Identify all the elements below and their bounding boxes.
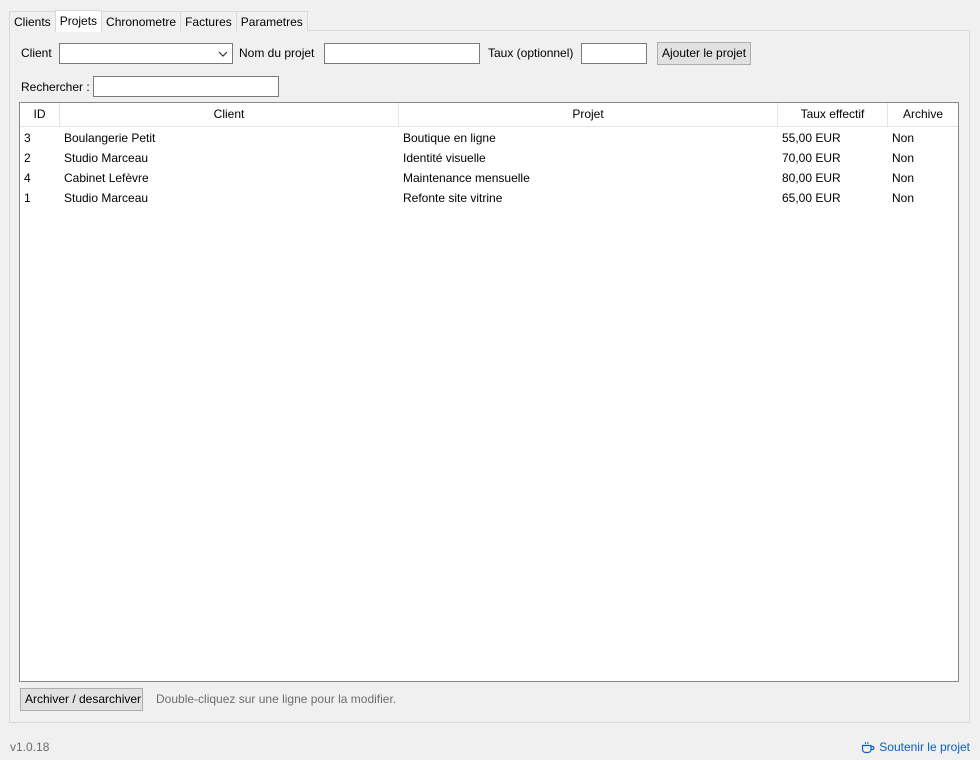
- cell-rate: 70,00 EUR: [782, 151, 841, 165]
- cell-rate: 65,00 EUR: [782, 191, 841, 205]
- cell-project: Refonte site vitrine: [403, 191, 503, 205]
- column-header-archive[interactable]: Archive: [888, 103, 958, 126]
- rate-label: Taux (optionnel): [488, 46, 574, 60]
- cell-project: Maintenance mensuelle: [403, 171, 530, 185]
- cell-id: 4: [24, 171, 31, 185]
- cell-client: Cabinet Lefèvre: [64, 171, 149, 185]
- cell-project: Boutique en ligne: [403, 131, 496, 145]
- table-body: 3 Boulangerie Petit Boutique en ligne 55…: [20, 127, 958, 208]
- rate-input[interactable]: [581, 43, 647, 64]
- client-select[interactable]: [59, 43, 233, 64]
- client-label: Client: [21, 46, 52, 60]
- column-header-client[interactable]: Client: [60, 103, 399, 126]
- version-label: v1.0.18: [10, 740, 50, 754]
- table-row[interactable]: 1 Studio Marceau Refonte site vitrine 65…: [20, 188, 958, 208]
- cell-archived: Non: [892, 131, 915, 145]
- cell-id: 3: [24, 131, 31, 145]
- cell-id: 2: [24, 151, 31, 165]
- archive-toggle-button[interactable]: Archiver / desarchiver: [20, 688, 143, 711]
- support-link[interactable]: Soutenir le projet: [861, 737, 970, 757]
- support-link-label: Soutenir le projet: [879, 740, 970, 754]
- column-header-taux[interactable]: Taux effectif: [778, 103, 888, 126]
- search-label: Rechercher :: [21, 80, 90, 94]
- table-row[interactable]: 4 Cabinet Lefèvre Maintenance mensuelle …: [20, 168, 958, 188]
- cell-archived: Non: [892, 171, 915, 185]
- project-name-label: Nom du projet: [239, 46, 315, 60]
- coffee-cup-icon: [862, 741, 875, 753]
- tab-chronometre[interactable]: Chronometre: [101, 11, 182, 31]
- cell-project: Identité visuelle: [403, 151, 486, 165]
- tab-projets[interactable]: Projets: [54, 10, 103, 32]
- search-input[interactable]: [93, 76, 279, 97]
- tab-clients[interactable]: Clients: [9, 11, 56, 31]
- chevron-down-icon: [218, 51, 228, 57]
- table-row[interactable]: 2 Studio Marceau Identité visuelle 70,00…: [20, 148, 958, 168]
- edit-hint: Double-cliquez sur une ligne pour la mod…: [156, 692, 397, 706]
- cell-archived: Non: [892, 191, 915, 205]
- tab-parametres[interactable]: Parametres: [235, 11, 308, 31]
- cell-id: 1: [24, 191, 31, 205]
- cell-archived: Non: [892, 151, 915, 165]
- cell-rate: 55,00 EUR: [782, 131, 841, 145]
- table-header: ID Client Projet Taux effectif Archive: [20, 103, 958, 127]
- column-header-projet[interactable]: Projet: [399, 103, 778, 126]
- cell-client: Studio Marceau: [64, 191, 149, 205]
- tab-factures[interactable]: Factures: [180, 11, 237, 31]
- cell-client: Boulangerie Petit: [64, 131, 156, 145]
- cell-client: Studio Marceau: [64, 151, 149, 165]
- project-name-input[interactable]: [324, 43, 480, 64]
- cell-rate: 80,00 EUR: [782, 171, 841, 185]
- add-project-button[interactable]: Ajouter le projet: [657, 42, 751, 65]
- tab-bar: Clients Projets Chronometre Factures Par…: [9, 10, 308, 32]
- table-row[interactable]: 3 Boulangerie Petit Boutique en ligne 55…: [20, 128, 958, 148]
- projects-table[interactable]: ID Client Projet Taux effectif Archive 3…: [19, 102, 959, 682]
- column-header-id[interactable]: ID: [20, 103, 60, 126]
